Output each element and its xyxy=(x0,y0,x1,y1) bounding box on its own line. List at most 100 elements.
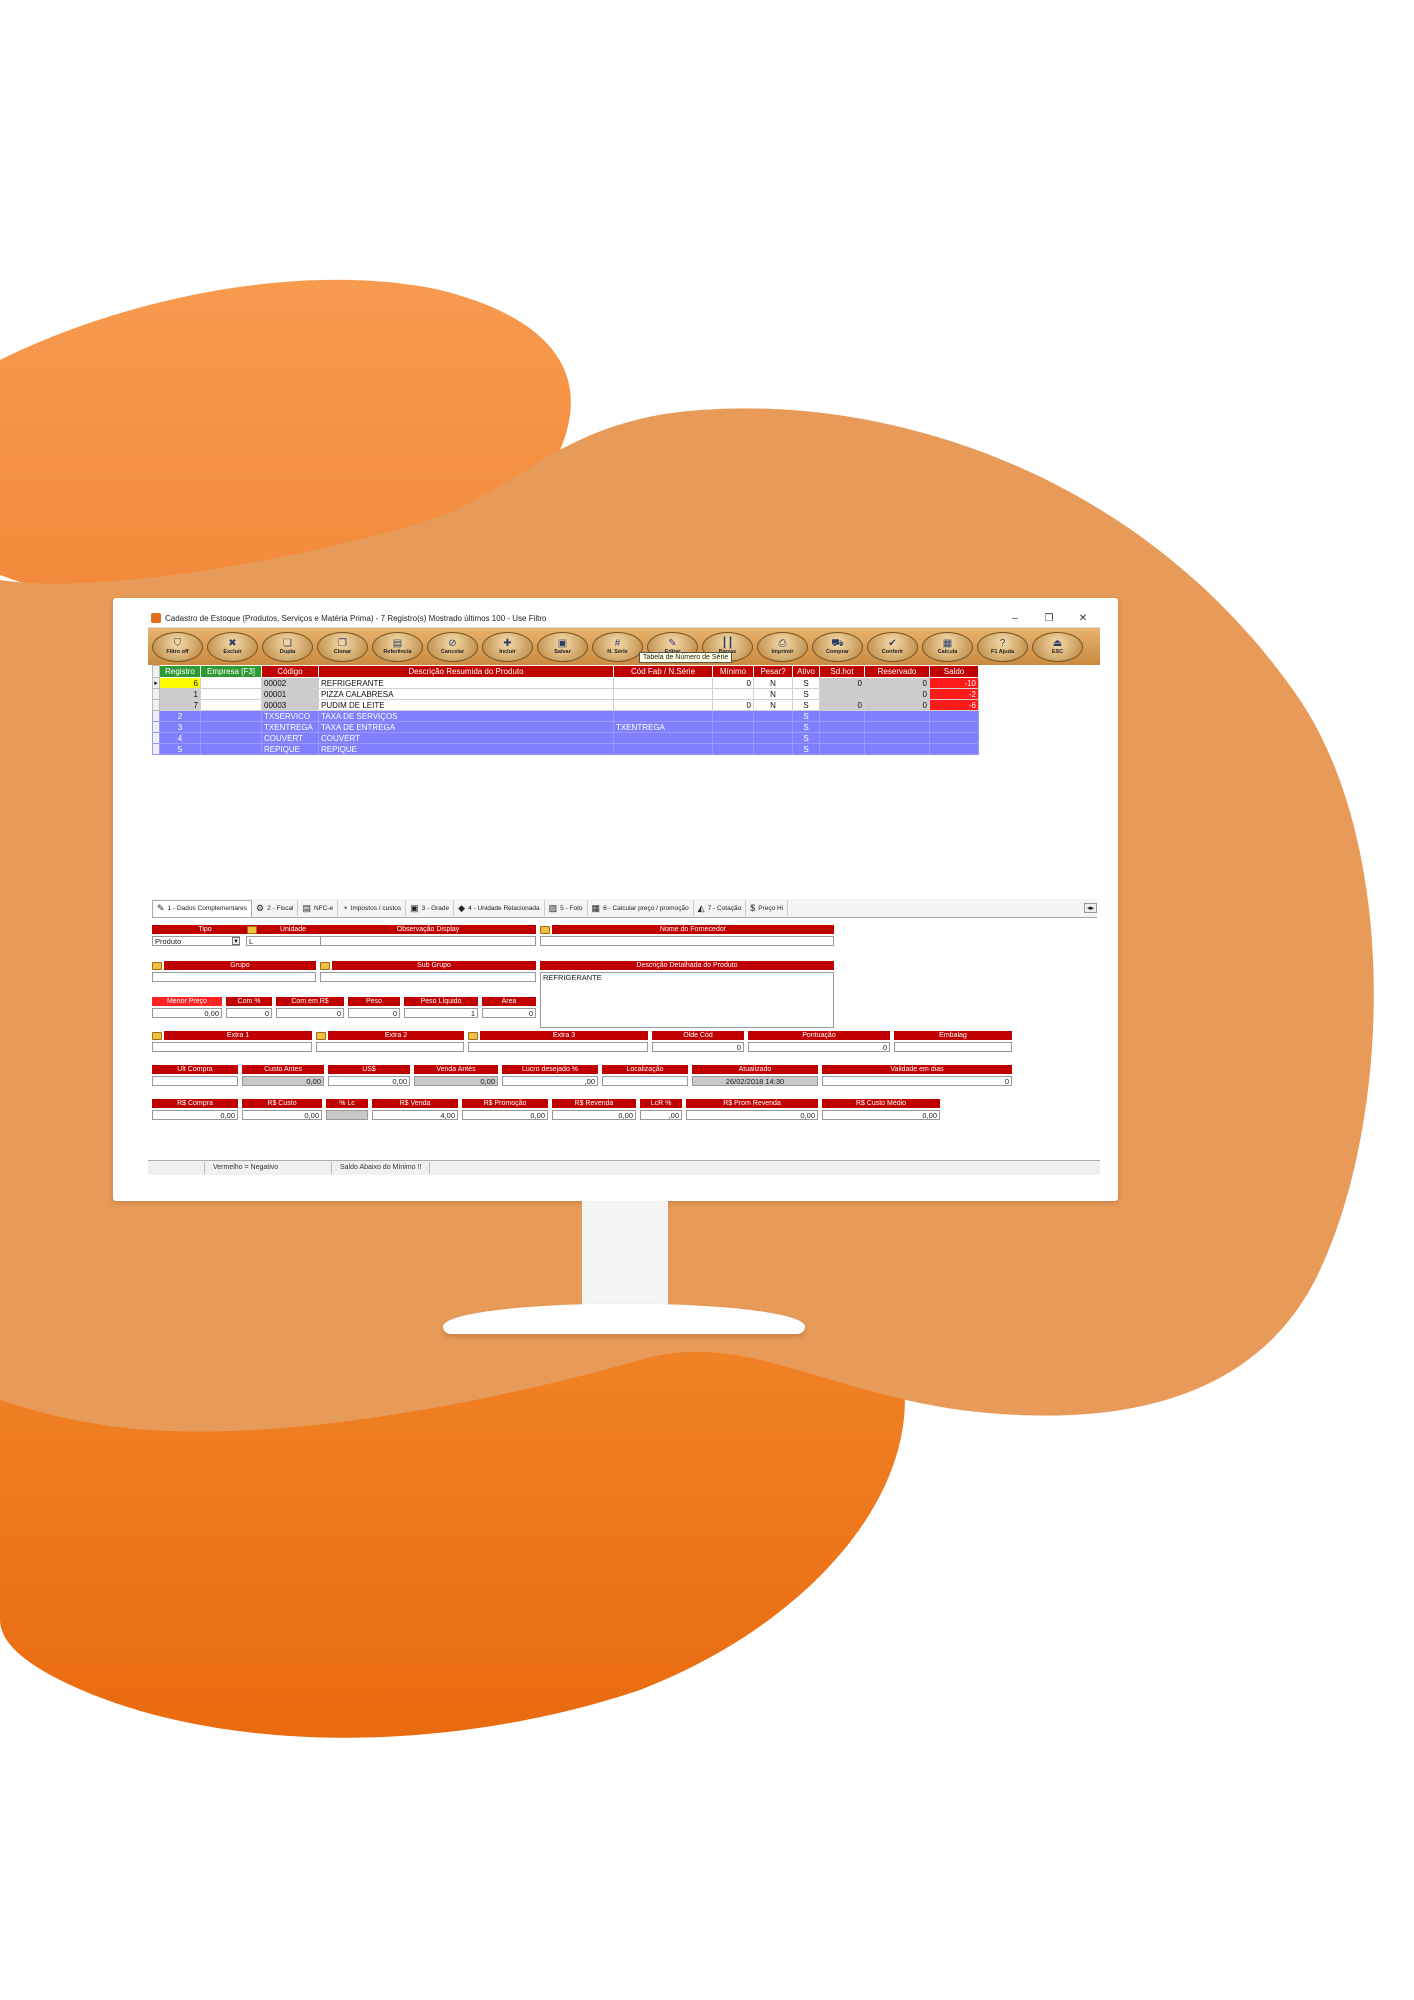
tab-8[interactable]: ◭ 7 - Cotação xyxy=(694,900,747,916)
cell-ativo[interactable]: S xyxy=(792,710,820,722)
cell-saldo[interactable] xyxy=(929,732,979,744)
table-row[interactable]: 4 COUVERT COUVERT S xyxy=(152,732,979,744)
cell-sdhot[interactable] xyxy=(819,732,865,744)
cell-pesar[interactable] xyxy=(753,721,793,733)
folder-icon[interactable] xyxy=(247,926,257,934)
cell-codfab[interactable] xyxy=(613,710,713,722)
cell-registro[interactable]: 7 xyxy=(159,699,201,711)
row-indicator[interactable] xyxy=(152,732,160,744)
cell-minimo[interactable] xyxy=(712,721,754,733)
cell-empresa[interactable] xyxy=(200,721,262,733)
toolbar-button-11[interactable]: ⎙ Imprimir xyxy=(757,632,808,662)
cell-minimo[interactable] xyxy=(712,743,754,755)
table-row[interactable]: 5 REPIQUE REPIQUE S xyxy=(152,743,979,755)
desc-detalhada-field[interactable]: REFRIGERANTE xyxy=(540,972,834,1028)
cell-codfab[interactable] xyxy=(613,677,713,689)
cell-saldo[interactable] xyxy=(929,710,979,722)
cell-ativo[interactable]: S xyxy=(792,721,820,733)
row-indicator[interactable]: ▸ xyxy=(152,677,160,689)
cell-empresa[interactable] xyxy=(200,743,262,755)
tab-7[interactable]: ▦ 6 - Calcular preço / promoção xyxy=(588,900,694,916)
tipo-select[interactable]: Produto xyxy=(152,936,240,946)
cell-empresa[interactable] xyxy=(200,732,262,744)
column-header[interactable]: Mínimo xyxy=(712,665,754,678)
cell-reservado[interactable]: 0 xyxy=(864,677,930,689)
table-row[interactable]: ▸ 6 00002 REFRIGERANTE 0 N S 0 0 -10 xyxy=(152,677,979,689)
toolbar-button-15[interactable]: ? F1 Ajuda xyxy=(977,632,1028,662)
folder-icon[interactable] xyxy=(316,1032,326,1040)
cell-codfab[interactable] xyxy=(613,732,713,744)
lucro-desejado-field[interactable]: ,00 xyxy=(502,1076,598,1086)
tab-scroll-arrows-icon[interactable]: ◂▸ xyxy=(1083,903,1097,913)
cell-pesar[interactable]: N xyxy=(753,699,793,711)
obs-display-field[interactable] xyxy=(320,936,536,946)
toolbar-button-2[interactable]: ❏ Dupla xyxy=(262,632,313,662)
cell-pesar[interactable]: N xyxy=(753,688,793,700)
toolbar-button-13[interactable]: ✔ Conferir xyxy=(867,632,918,662)
cell-empresa[interactable] xyxy=(200,710,262,722)
cell-reservado[interactable] xyxy=(864,721,930,733)
cell-ativo[interactable]: S xyxy=(792,743,820,755)
table-row[interactable]: 1 00001 PIZZA CALABRESA N S 0 -2 xyxy=(152,688,979,700)
column-header[interactable]: Ativo xyxy=(792,665,820,678)
row-indicator[interactable] xyxy=(152,710,160,722)
cell-registro[interactable]: 4 xyxy=(159,732,201,744)
cell-descricao[interactable]: REPIQUE xyxy=(318,743,614,755)
column-header[interactable]: Registro xyxy=(159,665,201,678)
column-header[interactable]: Pesar? xyxy=(753,665,793,678)
tab-0[interactable]: ✎ 1 - Dados Complementares xyxy=(152,899,253,917)
cell-descricao[interactable]: TAXA DE ENTREGA xyxy=(318,721,614,733)
column-header[interactable]: Empresa [F3] xyxy=(200,665,262,678)
cell-reservado[interactable] xyxy=(864,743,930,755)
cell-registro[interactable]: 3 xyxy=(159,721,201,733)
cell-saldo[interactable] xyxy=(929,721,979,733)
cell-minimo[interactable] xyxy=(712,732,754,744)
rs-promocao-field[interactable]: 0,00 xyxy=(462,1110,548,1120)
com-rs-field[interactable]: 0 xyxy=(276,1008,344,1018)
toolbar-button-4[interactable]: ▤ Referência xyxy=(372,632,423,662)
folder-icon[interactable] xyxy=(152,1032,162,1040)
grupo-field[interactable] xyxy=(152,972,316,982)
lcr-pct-field[interactable]: ,00 xyxy=(640,1110,682,1120)
tab-4[interactable]: ▣ 3 - Grade xyxy=(406,900,455,916)
cell-sdhot[interactable] xyxy=(819,688,865,700)
cell-sdhot[interactable] xyxy=(819,721,865,733)
column-header[interactable]: Saldo xyxy=(929,665,979,678)
cell-codigo[interactable]: 00001 xyxy=(261,688,319,700)
cell-sdhot[interactable] xyxy=(819,710,865,722)
cell-reservado[interactable] xyxy=(864,710,930,722)
chevron-down-icon[interactable]: ▼ xyxy=(232,937,240,945)
cell-descricao[interactable]: PIZZA CALABRESA xyxy=(318,688,614,700)
cell-sdhot[interactable] xyxy=(819,743,865,755)
cell-descricao[interactable]: TAXA DE SERVIÇOS xyxy=(318,710,614,722)
validade-field[interactable]: 0 xyxy=(822,1076,1012,1086)
cell-pesar[interactable] xyxy=(753,732,793,744)
cell-empresa[interactable] xyxy=(200,688,262,700)
cell-pesar[interactable] xyxy=(753,710,793,722)
toolbar-button-6[interactable]: ✚ Incluir xyxy=(482,632,533,662)
cell-registro[interactable]: 2 xyxy=(159,710,201,722)
cell-ativo[interactable]: S xyxy=(792,732,820,744)
column-header[interactable]: Cód Fab / N.Série xyxy=(613,665,713,678)
cell-descricao[interactable]: REFRIGERANTE xyxy=(318,677,614,689)
cell-sdhot[interactable]: 0 xyxy=(819,677,865,689)
toolbar-button-1[interactable]: ✖ Excluir xyxy=(207,632,258,662)
tab-3[interactable]: ◔ Impostos / custos xyxy=(338,900,407,916)
pontuacao-field[interactable]: 0 xyxy=(748,1042,890,1052)
cell-sdhot[interactable]: 0 xyxy=(819,699,865,711)
cell-registro[interactable]: 6 xyxy=(159,677,201,689)
cell-descricao[interactable]: COUVERT xyxy=(318,732,614,744)
cell-reservado[interactable] xyxy=(864,732,930,744)
rs-custo-field[interactable]: 0,00 xyxy=(242,1110,322,1120)
cell-empresa[interactable] xyxy=(200,677,262,689)
cell-minimo[interactable]: 0 xyxy=(712,677,754,689)
toolbar-button-3[interactable]: ❐ Clonar xyxy=(317,632,368,662)
tab-1[interactable]: ⚙ 2 - Fiscal xyxy=(252,900,299,916)
folder-icon[interactable] xyxy=(152,962,162,970)
uss-field[interactable]: 0,00 xyxy=(328,1076,410,1086)
row-indicator[interactable] xyxy=(152,699,160,711)
cell-minimo[interactable] xyxy=(712,710,754,722)
cell-registro[interactable]: 5 xyxy=(159,743,201,755)
extra1-field[interactable] xyxy=(152,1042,312,1052)
cell-saldo[interactable]: -2 xyxy=(929,688,979,700)
